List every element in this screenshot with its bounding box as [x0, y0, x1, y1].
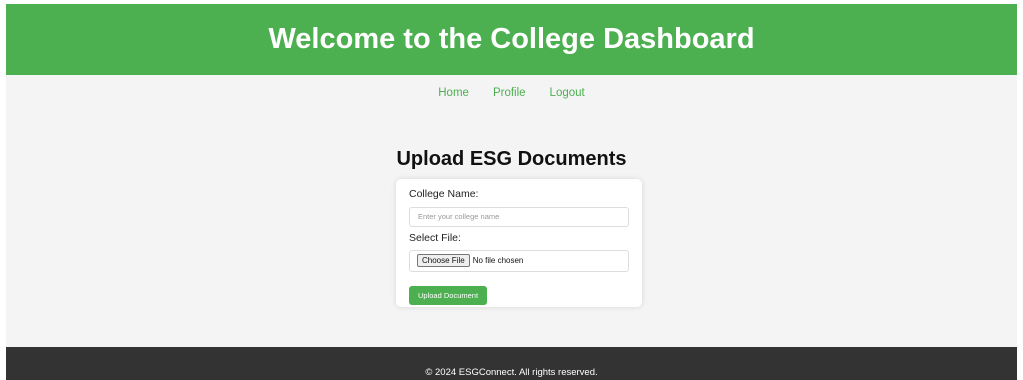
upload-form: College Name: Select File: Choose File N… [396, 179, 642, 307]
college-name-label: College Name: [409, 188, 479, 200]
choose-file-button[interactable]: Choose File [417, 254, 470, 267]
file-input[interactable]: Choose File No file chosen [409, 249, 629, 272]
page-footer: © 2024 ESGConnect. All rights reserved. [6, 347, 1017, 380]
file-status-text: No file chosen [472, 256, 524, 265]
page-header: Welcome to the College Dashboard [6, 4, 1017, 75]
nav-link-home[interactable]: Home [438, 87, 469, 99]
college-name-input[interactable] [409, 206, 629, 227]
nav-link-logout[interactable]: Logout [550, 87, 585, 99]
page-frame: Welcome to the College Dashboard Home Pr… [6, 4, 1017, 380]
select-file-label: Select File: [409, 231, 461, 244]
top-nav: Home Profile Logout [6, 78, 1017, 108]
upload-section-title: Upload ESG Documents [396, 148, 627, 170]
page-title: Welcome to the College Dashboard [268, 23, 755, 55]
copyright-text: © 2024 ESGConnect. All rights reserved. [425, 367, 598, 378]
upload-document-button[interactable]: Upload Document [409, 285, 488, 305]
nav-link-profile[interactable]: Profile [493, 87, 526, 99]
